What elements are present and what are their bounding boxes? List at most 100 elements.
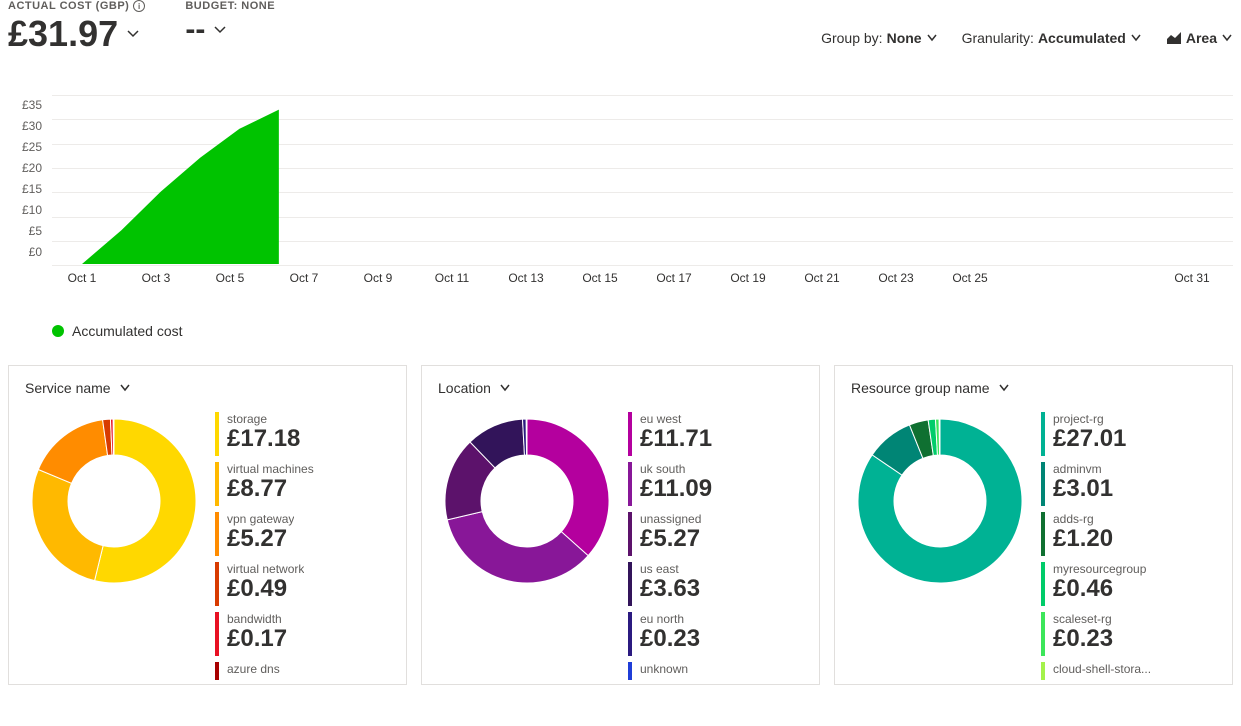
breakdown-card: Service name storage£17.18 virtual machine… bbox=[8, 365, 407, 685]
group-by-label: Group by: bbox=[821, 30, 882, 46]
y-tick: £0 bbox=[8, 242, 42, 263]
color-bar bbox=[1041, 562, 1045, 606]
x-tick: Oct 23 bbox=[878, 271, 913, 285]
color-bar bbox=[215, 462, 219, 506]
breakdown-item[interactable]: eu north£0.23 bbox=[628, 612, 803, 656]
donut-chart bbox=[851, 412, 1029, 590]
y-tick: £10 bbox=[8, 200, 42, 221]
breakdown-label: scaleset-rg bbox=[1053, 612, 1113, 626]
x-tick: Oct 17 bbox=[656, 271, 691, 285]
breakdown-item[interactable]: virtual machines£8.77 bbox=[215, 462, 390, 506]
breakdown-item[interactable]: project-rg£27.01 bbox=[1041, 412, 1216, 456]
granularity-label: Granularity: bbox=[962, 30, 1034, 46]
y-tick: £35 bbox=[8, 95, 42, 116]
chevron-down-icon bbox=[998, 382, 1010, 394]
x-tick: Oct 21 bbox=[804, 271, 839, 285]
card-title: Resource group name bbox=[851, 380, 990, 396]
x-tick: Oct 1 bbox=[68, 271, 97, 285]
breakdown-item[interactable]: uk south£11.09 bbox=[628, 462, 803, 506]
donut-slice[interactable] bbox=[32, 470, 103, 581]
color-bar bbox=[1041, 662, 1045, 680]
card-title-selector[interactable]: Service name bbox=[25, 380, 390, 396]
breakdown-label: azure dns bbox=[227, 662, 280, 676]
breakdown-item[interactable]: bandwidth£0.17 bbox=[215, 612, 390, 656]
breakdown-card: Resource group name project-rg£27.01 admin… bbox=[834, 365, 1233, 685]
breakdown-item[interactable]: unknown bbox=[628, 662, 803, 680]
x-tick: Oct 9 bbox=[364, 271, 393, 285]
card-title: Service name bbox=[25, 380, 111, 396]
breakdown-label: myresourcegroup bbox=[1053, 562, 1146, 576]
breakdown-label: storage bbox=[227, 412, 300, 426]
breakdown-value: £0.23 bbox=[1053, 626, 1113, 652]
breakdown-item[interactable]: unassigned£5.27 bbox=[628, 512, 803, 556]
chart-legend: Accumulated cost bbox=[52, 323, 1233, 339]
breakdown-item[interactable]: vpn gateway£5.27 bbox=[215, 512, 390, 556]
info-icon[interactable]: i bbox=[133, 0, 145, 12]
breakdown-value: £8.77 bbox=[227, 476, 314, 502]
budget-block: BUDGET: NONE -- bbox=[185, 0, 275, 48]
donut-slice[interactable] bbox=[447, 512, 588, 583]
breakdown-item[interactable]: eu west£11.71 bbox=[628, 412, 803, 456]
group-by-selector[interactable]: Group by: None bbox=[821, 30, 937, 46]
budget-label: BUDGET: NONE bbox=[185, 0, 275, 12]
color-bar bbox=[628, 662, 632, 680]
breakdown-item[interactable]: scaleset-rg£0.23 bbox=[1041, 612, 1216, 656]
legend-label: Accumulated cost bbox=[72, 323, 183, 339]
chevron-down-icon[interactable] bbox=[126, 27, 140, 41]
color-bar bbox=[215, 562, 219, 606]
breakdown-value: £0.17 bbox=[227, 626, 287, 652]
color-bar bbox=[1041, 462, 1045, 506]
breakdown-value: £17.18 bbox=[227, 426, 300, 452]
breakdown-item[interactable]: storage£17.18 bbox=[215, 412, 390, 456]
group-by-value: None bbox=[887, 30, 922, 46]
donut-slice[interactable] bbox=[527, 419, 609, 556]
actual-cost-label: ACTUAL COST (GBP) i bbox=[8, 0, 145, 12]
breakdown-label: virtual network bbox=[227, 562, 304, 576]
cost-area-chart: £35£30£25£20£15£10£5£0 Oct 1Oct 3Oct 5Oc… bbox=[8, 95, 1233, 339]
color-bar bbox=[628, 412, 632, 456]
x-tick: Oct 13 bbox=[508, 271, 543, 285]
breakdown-label: eu north bbox=[640, 612, 700, 626]
breakdown-item[interactable]: cloud-shell-stora... bbox=[1041, 662, 1216, 680]
y-tick: £5 bbox=[8, 221, 42, 242]
chart-type-value: Area bbox=[1186, 30, 1217, 46]
breakdown-item[interactable]: azure dns bbox=[215, 662, 390, 680]
donut-slice[interactable] bbox=[526, 419, 527, 455]
breakdown-label: unassigned bbox=[640, 512, 701, 526]
breakdown-value: £1.20 bbox=[1053, 526, 1113, 552]
chevron-down-icon[interactable] bbox=[213, 23, 227, 37]
x-tick: Oct 5 bbox=[216, 271, 245, 285]
breakdown-value: £3.63 bbox=[640, 576, 700, 602]
y-tick: £25 bbox=[8, 137, 42, 158]
breakdown-value: £5.27 bbox=[640, 526, 701, 552]
breakdown-item[interactable]: virtual network£0.49 bbox=[215, 562, 390, 606]
breakdown-item[interactable]: adminvm£3.01 bbox=[1041, 462, 1216, 506]
y-tick: £30 bbox=[8, 116, 42, 137]
breakdown-label: adminvm bbox=[1053, 462, 1113, 476]
donut-slice[interactable] bbox=[939, 419, 940, 455]
color-bar bbox=[1041, 612, 1045, 656]
chevron-down-icon bbox=[926, 32, 938, 44]
breakdown-label: uk south bbox=[640, 462, 712, 476]
donut-slice[interactable] bbox=[113, 419, 114, 455]
breakdown-item[interactable]: myresourcegroup£0.46 bbox=[1041, 562, 1216, 606]
breakdown-label: vpn gateway bbox=[227, 512, 294, 526]
breakdown-label: project-rg bbox=[1053, 412, 1126, 426]
area-chart-icon bbox=[1166, 31, 1182, 45]
breakdown-value: £27.01 bbox=[1053, 426, 1126, 452]
donut-slice[interactable] bbox=[38, 420, 107, 484]
color-bar bbox=[1041, 412, 1045, 456]
donut-chart bbox=[438, 412, 616, 590]
chart-type-selector[interactable]: Area bbox=[1166, 30, 1233, 46]
chevron-down-icon bbox=[119, 382, 131, 394]
color-bar bbox=[628, 462, 632, 506]
breakdown-item[interactable]: us east£3.63 bbox=[628, 562, 803, 606]
card-title-selector[interactable]: Resource group name bbox=[851, 380, 1216, 396]
card-title-selector[interactable]: Location bbox=[438, 380, 803, 396]
breakdown-card: Location eu west£11.71 uk south£11.09 unass… bbox=[421, 365, 820, 685]
x-tick: Oct 31 bbox=[1174, 271, 1209, 285]
x-tick: Oct 19 bbox=[730, 271, 765, 285]
granularity-selector[interactable]: Granularity: Accumulated bbox=[962, 30, 1142, 46]
breakdown-label: bandwidth bbox=[227, 612, 287, 626]
breakdown-item[interactable]: adds-rg£1.20 bbox=[1041, 512, 1216, 556]
